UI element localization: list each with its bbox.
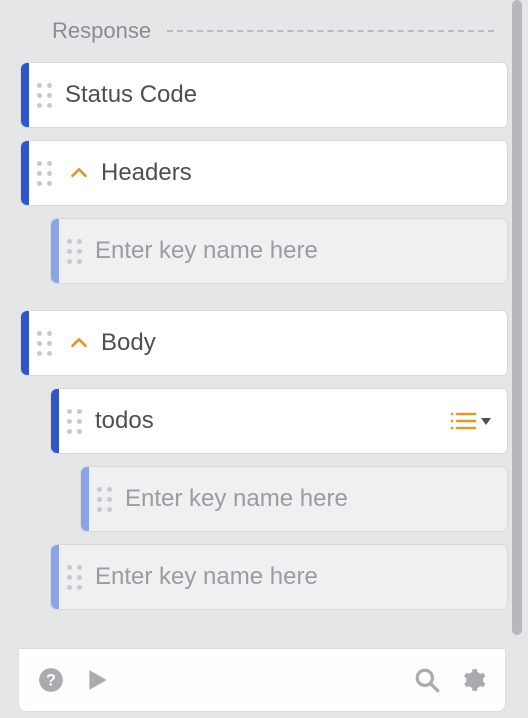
divider: [167, 30, 494, 32]
list-item: Enter key name here: [20, 466, 508, 532]
accent-bar: [51, 545, 59, 609]
accent-bar: [21, 311, 29, 375]
placeholder-text: Enter key name here: [95, 563, 507, 591]
list-item: Body: [20, 310, 508, 376]
headers-item[interactable]: Headers: [20, 140, 508, 206]
drag-handle-icon[interactable]: [89, 487, 115, 512]
todos-key-input[interactable]: Enter key name here: [80, 466, 508, 532]
drag-handle-icon[interactable]: [29, 161, 55, 186]
accent-bar: [51, 219, 59, 283]
body-item[interactable]: Body: [20, 310, 508, 376]
list-item: Enter key name here: [20, 544, 508, 610]
section-title: Response: [52, 18, 151, 44]
drag-handle-icon[interactable]: [59, 565, 85, 590]
play-button[interactable]: [83, 666, 111, 694]
accent-bar: [21, 63, 29, 127]
drag-handle-icon[interactable]: [29, 83, 55, 108]
drag-handle-icon[interactable]: [59, 409, 85, 434]
drag-handle-icon[interactable]: [59, 239, 85, 264]
section-header: Response: [20, 0, 508, 62]
list-item: Headers: [20, 140, 508, 206]
list-item: Enter key name here: [20, 218, 508, 284]
svg-text:?: ?: [46, 671, 56, 689]
help-icon: ?: [38, 667, 64, 693]
item-label: Body: [101, 329, 507, 357]
play-icon: [84, 667, 110, 693]
response-panel: Response Status Code Headers: [0, 0, 528, 718]
help-button[interactable]: ?: [37, 666, 65, 694]
footer-toolbar: ?: [18, 648, 506, 712]
headers-key-input[interactable]: Enter key name here: [50, 218, 508, 284]
item-label: Headers: [101, 159, 507, 187]
accent-bar: [81, 467, 89, 531]
search-icon: [414, 667, 440, 693]
placeholder-text: Enter key name here: [95, 237, 507, 265]
chevron-up-icon[interactable]: [65, 162, 93, 184]
body-key-input[interactable]: Enter key name here: [50, 544, 508, 610]
chevron-up-icon[interactable]: [65, 332, 93, 354]
gear-icon: [460, 667, 486, 693]
todos-item[interactable]: todos: [50, 388, 508, 454]
drag-handle-icon[interactable]: [29, 331, 55, 356]
placeholder-text: Enter key name here: [125, 485, 507, 513]
type-dropdown[interactable]: [449, 410, 493, 432]
accent-bar: [51, 389, 59, 453]
list-icon: [449, 410, 477, 432]
status-code-item[interactable]: Status Code: [20, 62, 508, 128]
search-button[interactable]: [413, 666, 441, 694]
item-label: Status Code: [65, 81, 507, 109]
settings-button[interactable]: [459, 666, 487, 694]
caret-down-icon: [479, 416, 493, 426]
list-item: todos: [20, 388, 508, 454]
list-item: Status Code: [20, 62, 508, 128]
scrollbar[interactable]: [512, 0, 522, 635]
item-label: todos: [95, 407, 449, 435]
accent-bar: [21, 141, 29, 205]
